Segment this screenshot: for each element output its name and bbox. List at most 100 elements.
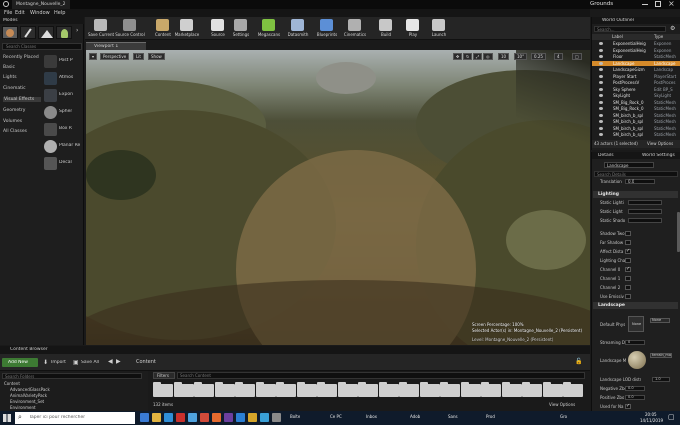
- foliage-mode-tab[interactable]: [56, 26, 72, 39]
- taskbar-item-label[interactable]: Inbox: [366, 414, 377, 419]
- taskbar-app-icon[interactable]: [248, 413, 257, 422]
- lighting-prop-field[interactable]: [628, 218, 662, 223]
- lod-field[interactable]: 1.0: [652, 377, 670, 382]
- visibility-eye-icon[interactable]: [599, 68, 603, 71]
- category-volumes[interactable]: Volumes: [3, 119, 22, 124]
- menu-edit[interactable]: Edit: [15, 10, 25, 16]
- actor-box-reflection[interactable]: Box R: [42, 121, 82, 138]
- outliner-row[interactable]: Floor StaticMesh: [592, 54, 680, 60]
- cb-view-options[interactable]: View Options: [549, 402, 575, 407]
- taskbar-app-icon[interactable]: [212, 413, 221, 422]
- lock-icon[interactable]: 🔓: [575, 358, 582, 365]
- save-current-button[interactable]: Save Current: [86, 17, 116, 40]
- taskbar-app-icon[interactable]: [200, 413, 209, 422]
- outliner-row[interactable]: SM_birch_b_spl StaticMesh: [592, 132, 680, 138]
- category-cinematic[interactable]: Cinematic: [3, 86, 26, 91]
- add-new-button[interactable]: Add New: [2, 358, 38, 367]
- close-icon[interactable]: ×: [668, 0, 675, 8]
- visibility-eye-icon[interactable]: [599, 81, 603, 84]
- lit-button[interactable]: Lit: [133, 53, 144, 60]
- taskbar-item-label[interactable]: Sans: [448, 414, 458, 419]
- folder-icon[interactable]: [214, 382, 235, 397]
- streaming-field[interactable]: 0: [625, 340, 645, 345]
- visibility-eye-icon[interactable]: [599, 107, 603, 110]
- notifications-icon[interactable]: ▢: [668, 413, 675, 421]
- outliner-settings-icon[interactable]: ⚙: [670, 25, 675, 32]
- taskbar-search-input[interactable]: ⌕ Taper ici pour rechercher: [15, 412, 135, 424]
- visibility-eye-icon[interactable]: [599, 74, 603, 78]
- megascans-button[interactable]: Megascans: [254, 17, 284, 40]
- menu-file[interactable]: File: [4, 10, 12, 16]
- save-all-button[interactable]: ▣ Save All: [72, 358, 104, 367]
- lighting-prop-checkbox[interactable]: [625, 231, 631, 236]
- visibility-eye-icon[interactable]: [599, 48, 603, 52]
- taskbar-item-label[interactable]: Adob: [410, 414, 420, 419]
- lighting-prop-checkbox[interactable]: [625, 258, 631, 263]
- path-breadcrumb[interactable]: Content: [136, 359, 156, 365]
- lighting-prop-field[interactable]: [628, 209, 662, 214]
- default-phys-thumbnail[interactable]: None: [628, 316, 644, 332]
- grid-snap-value[interactable]: 10: [498, 53, 510, 60]
- lighting-prop-checkbox[interactable]: [625, 240, 631, 245]
- tab-world-settings[interactable]: World Settings: [642, 153, 675, 158]
- folder-icon[interactable]: [460, 382, 481, 397]
- visibility-eye-icon[interactable]: [599, 42, 603, 45]
- viewport[interactable]: ▾ Perspective Lit Show ✥ ↻ ⤢ ◎ 10 10° 0.…: [86, 50, 590, 345]
- lighting-prop-checkbox[interactable]: [625, 285, 631, 290]
- folder-icon[interactable]: [317, 382, 337, 397]
- outliner-row[interactable]: SM_Big_Rock_0 StaticMesh: [592, 100, 680, 106]
- folder-icon[interactable]: [440, 382, 460, 397]
- category-geometry[interactable]: Geometry: [3, 108, 25, 113]
- visibility-eye-icon[interactable]: [599, 55, 603, 58]
- outliner-header-type[interactable]: Type: [654, 34, 663, 39]
- more-modes-icon[interactable]: ›: [76, 27, 78, 34]
- paint-mode-tab[interactable]: [20, 26, 36, 39]
- folder-icon[interactable]: [522, 382, 542, 397]
- negative-zbound-field[interactable]: 0.0: [625, 386, 645, 391]
- used-for-nav-checkbox[interactable]: [625, 403, 631, 409]
- visibility-eye-icon[interactable]: [599, 100, 603, 104]
- outliner-header-label[interactable]: Label: [612, 34, 623, 39]
- taskbar-item-label[interactable]: Gro: [560, 414, 567, 419]
- taskbar-item-label[interactable]: Ce PC: [330, 414, 342, 419]
- asset-search-input[interactable]: Search Content: [177, 372, 585, 379]
- taskbar-app-icon[interactable]: [260, 413, 269, 422]
- place-mode-tab[interactable]: [2, 26, 18, 39]
- blueprints-button[interactable]: Blueprints: [312, 17, 342, 40]
- folder-icon[interactable]: [399, 382, 419, 397]
- taskbar-item-label[interactable]: Prod: [486, 414, 495, 419]
- folder-icon[interactable]: [337, 382, 358, 397]
- taskbar-app-icon[interactable]: [236, 413, 245, 422]
- outliner-row[interactable]: LandscapeGizm Landscap: [592, 67, 680, 73]
- visibility-eye-icon[interactable]: [599, 94, 603, 97]
- category-lights[interactable]: Lights: [3, 75, 17, 80]
- perspective-button[interactable]: Perspective: [100, 53, 130, 60]
- translation-field[interactable]: 0.0: [625, 179, 655, 184]
- folder-icon[interactable]: [419, 382, 440, 397]
- build-button[interactable]: Build: [371, 17, 401, 40]
- taskbar-app-icon[interactable]: [188, 413, 197, 422]
- lighting-prop-checkbox[interactable]: [625, 248, 631, 254]
- category-visual-effects[interactable]: Visual Effects: [3, 97, 41, 102]
- visibility-eye-icon[interactable]: [599, 133, 603, 136]
- rotate-tool-icon[interactable]: ↻: [463, 53, 473, 60]
- import-button[interactable]: ⬇ Import: [42, 358, 70, 367]
- outliner-row[interactable]: SM_birch_b_spl StaticMesh: [592, 126, 680, 132]
- tree-item[interactable]: Content: [4, 381, 20, 386]
- category-all-classes[interactable]: All Classes: [3, 129, 27, 134]
- modes-search-input[interactable]: Search Classes: [2, 43, 82, 50]
- folder-icon[interactable]: [276, 382, 296, 397]
- folder-icon[interactable]: [563, 382, 583, 397]
- rotation-snap-value[interactable]: 10°: [514, 53, 528, 60]
- outliner-row[interactable]: SM_birch_b_spl StaticMesh: [592, 113, 680, 119]
- outliner-row[interactable]: SkyLight SkyLight: [592, 93, 680, 99]
- show-button[interactable]: Show: [148, 53, 165, 60]
- actor-name-field[interactable]: Landscape: [604, 162, 654, 168]
- viewport-tab[interactable]: Viewport 1: [86, 42, 146, 50]
- marketplace-button[interactable]: Marketplace: [172, 17, 202, 40]
- folder-icon[interactable]: [358, 382, 378, 397]
- taskbar-app-icon[interactable]: [152, 413, 161, 422]
- outliner-row[interactable]: ExponentialHeig Exponen: [592, 48, 680, 54]
- outliner-title[interactable]: World Outliner: [602, 18, 634, 23]
- taskbar-app-icon[interactable]: [164, 413, 173, 422]
